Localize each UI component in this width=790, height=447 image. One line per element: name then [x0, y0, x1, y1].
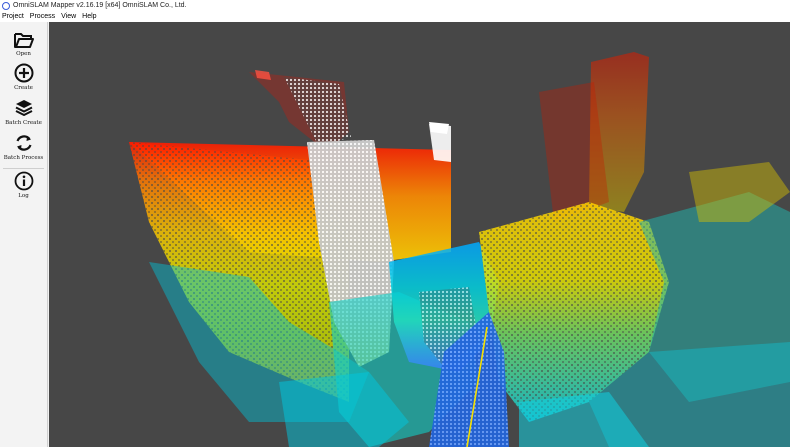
create-label: Create — [14, 85, 33, 91]
log-button[interactable]: Log — [0, 171, 47, 199]
window-title: OmniSLAM Mapper v2.16.19 [x64] OmniSLAM … — [13, 2, 187, 9]
batch-process-label: Batch Process — [3, 155, 44, 161]
refresh-icon — [15, 135, 32, 151]
open-label: Open — [16, 51, 31, 57]
menu-process[interactable]: Process — [28, 13, 59, 20]
tool-sidebar: Open Create Batch Create Batch Process L… — [0, 22, 48, 447]
app-logo-icon — [2, 1, 10, 10]
open-button[interactable]: Open — [0, 31, 47, 57]
batch-process-button[interactable]: Batch Process — [0, 133, 47, 161]
point-cloud-viewport[interactable] — [49, 22, 790, 447]
log-label: Log — [18, 193, 29, 199]
menu-help[interactable]: Help — [80, 13, 100, 20]
toolbar-divider — [3, 168, 44, 169]
batch-create-button[interactable]: Batch Create — [0, 98, 47, 126]
info-icon — [14, 171, 33, 191]
folder-open-icon — [13, 33, 34, 48]
menu-view[interactable]: View — [59, 13, 80, 20]
title-bar: OmniSLAM Mapper v2.16.19 [x64] OmniSLAM … — [0, 0, 790, 11]
layers-icon — [15, 100, 32, 116]
batch-create-label: Batch Create — [5, 120, 42, 126]
menu-project[interactable]: Project — [0, 13, 28, 20]
create-button[interactable]: Create — [0, 63, 47, 91]
menu-bar: Project Process View Help — [0, 11, 790, 22]
point-cloud-render — [129, 52, 790, 447]
plus-circle-icon — [14, 63, 33, 83]
